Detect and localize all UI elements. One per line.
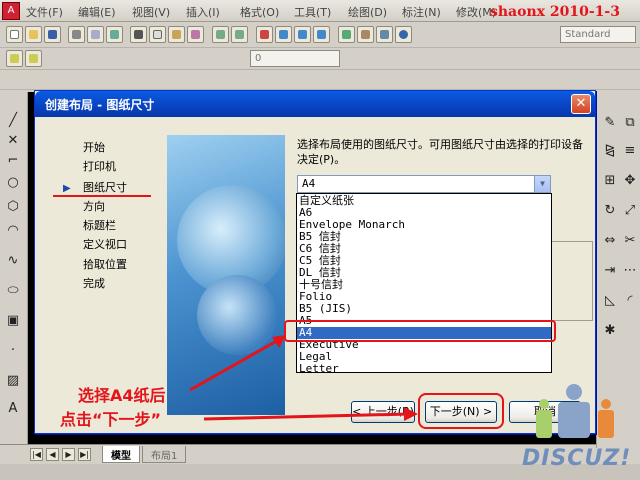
annotation-line2: 点击“下一步” [60, 410, 162, 429]
watermark-figures-icon [536, 384, 614, 438]
watermark-text: DISCUZ! [522, 446, 632, 471]
discuz-watermark: DISCUZ! [518, 380, 636, 476]
arrow-to-next-head [404, 407, 418, 421]
arrow-to-a4-line [189, 336, 283, 392]
annotation-line1: 选择A4纸后 [78, 386, 166, 405]
arrow-to-next-line [203, 412, 411, 421]
